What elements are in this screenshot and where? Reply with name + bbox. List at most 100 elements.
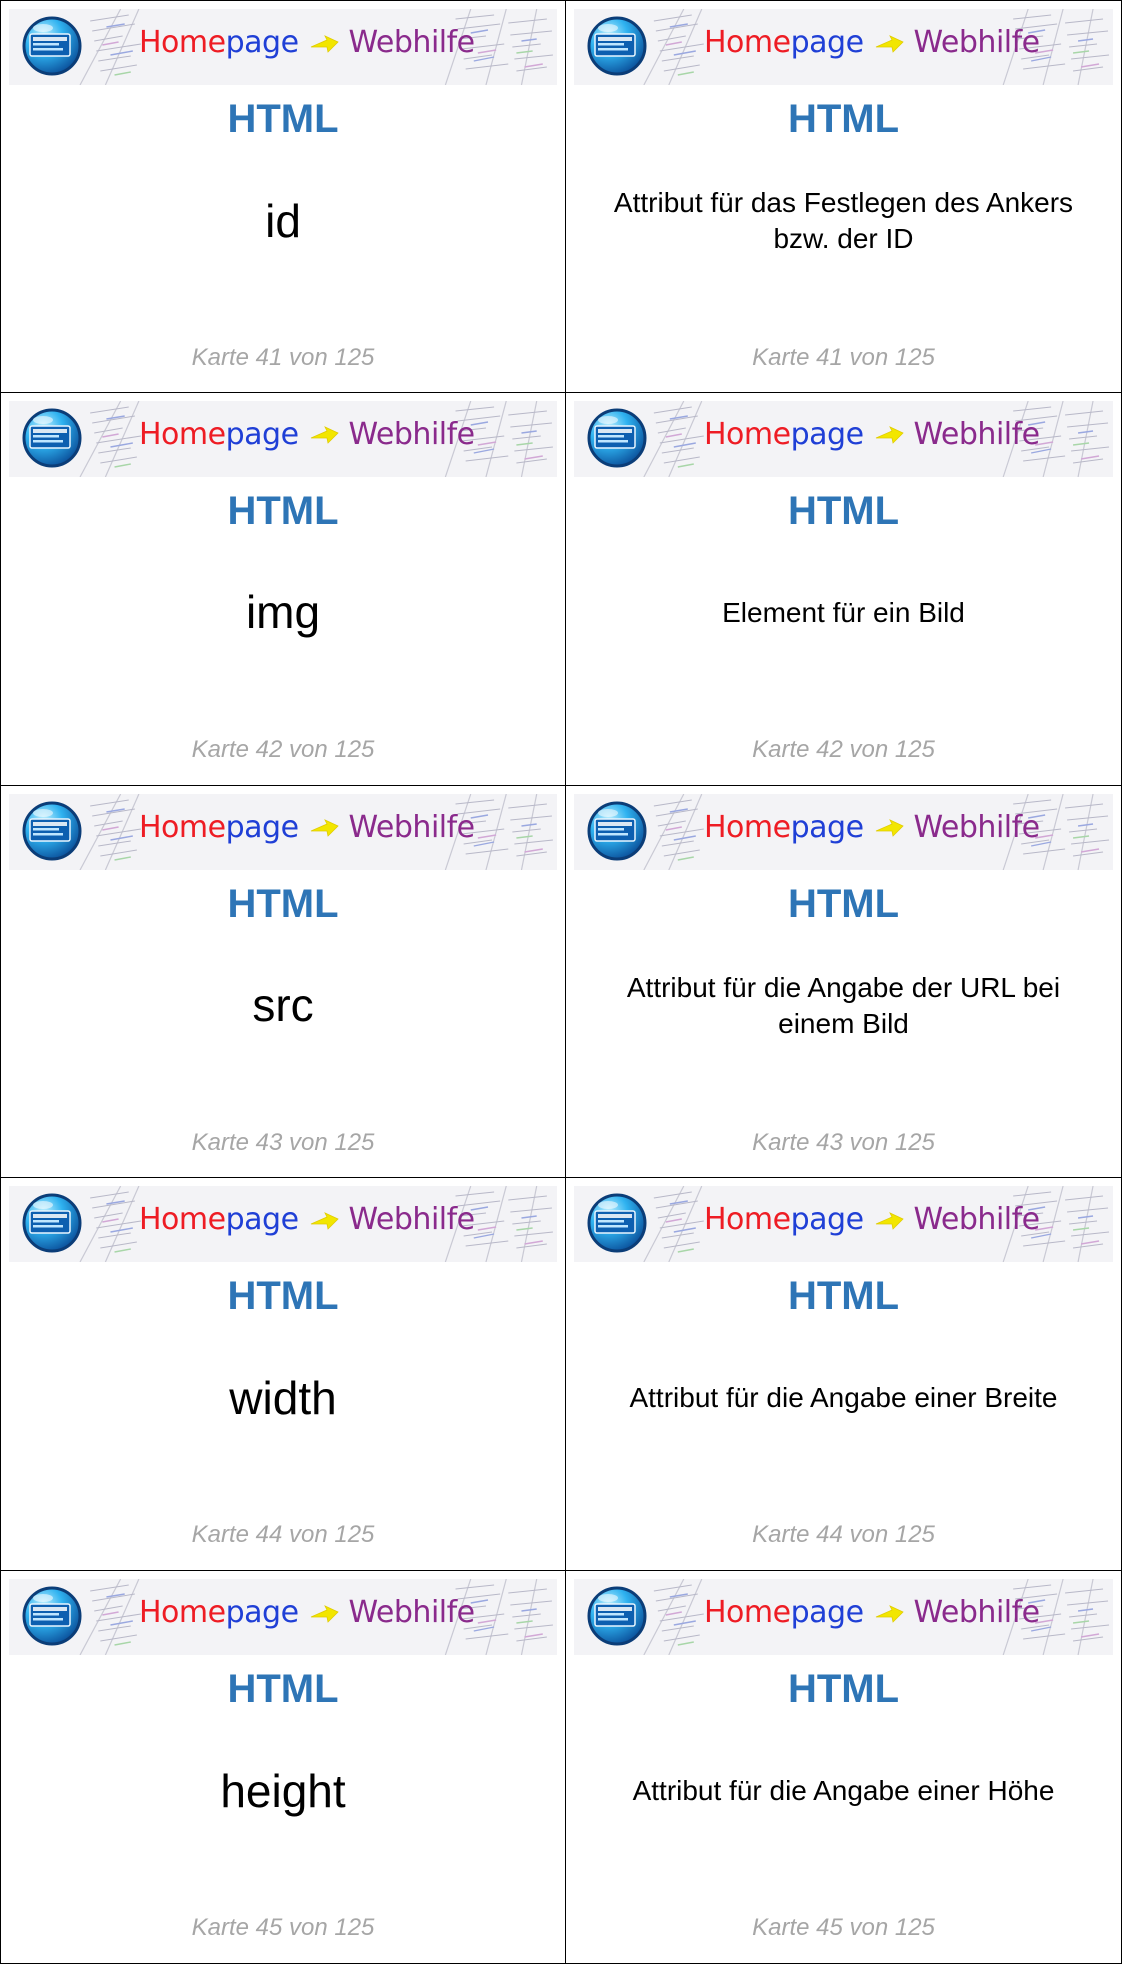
- yellow-arrow-icon: [310, 819, 339, 837]
- brand-page-text: page: [790, 1202, 864, 1238]
- card-subject: HTML: [227, 1274, 339, 1319]
- banner: Homepage Webhilfe: [574, 9, 1113, 85]
- card-term: img: [245, 586, 321, 639]
- brand-home-text: Home: [139, 1595, 226, 1631]
- brand-webhilfe-text: Webhilfe: [348, 1595, 476, 1631]
- globe-logo-icon: [22, 16, 82, 76]
- banner: Homepage Webhilfe: [574, 793, 1113, 870]
- brand-webhilfe-text: Webhilfe: [913, 416, 1041, 452]
- globe-logo-icon: [587, 801, 647, 861]
- brand-webhilfe-text: Webhilfe: [913, 1202, 1041, 1238]
- yellow-arrow-icon: [310, 34, 339, 53]
- card-counter: Karte 44 von 125: [191, 1521, 375, 1549]
- banner: Homepage Webhilfe: [9, 400, 557, 477]
- flashcard-front: Homepage Webhilfe HTML id Karte 41 von 125: [0, 0, 566, 393]
- card-subject: HTML: [227, 97, 339, 141]
- flashcard-sheet: Homepage Webhilfe HTML id Karte 41 von 125: [0, 0, 1122, 1964]
- flashcard-back: Homepage Webhilfe HTML Attribut für das Fe…: [566, 0, 1122, 393]
- banner: Homepage Webhilfe: [9, 793, 557, 870]
- brand-page-text: page: [790, 416, 864, 452]
- brand-webhilfe-text: Webhilfe: [348, 809, 476, 845]
- brand-home-text: Home: [139, 416, 226, 452]
- card-definition: Element für ein Bild: [722, 596, 965, 628]
- brand-webhilfe-text: Webhilfe: [348, 25, 476, 60]
- card-counter: Karte 42 von 125: [191, 735, 375, 763]
- card-counter: Karte 44 von 125: [752, 1521, 935, 1549]
- card-counter: Karte 45 von 125: [191, 1914, 375, 1942]
- brand-logo-text: Homepage Webhilfe: [704, 1202, 1040, 1238]
- banner: Homepage Webhilfe: [574, 1579, 1113, 1656]
- brand-page-text: page: [225, 25, 299, 60]
- card-subject: HTML: [227, 1667, 339, 1712]
- brand-page-text: page: [790, 1595, 864, 1631]
- brand-webhilfe-text: Webhilfe: [913, 25, 1041, 60]
- card-counter: Karte 43 von 125: [191, 1128, 375, 1156]
- card-subject: HTML: [227, 881, 339, 926]
- flashcard-front: Homepage Webhilfe HTML src Karte 43 von 125: [0, 785, 566, 1179]
- card-subject: HTML: [227, 488, 339, 533]
- brand-logo-text: Homepage Webhilfe: [704, 810, 1040, 846]
- brand-logo-text: Homepage Webhilfe: [139, 1595, 475, 1631]
- globe-logo-icon: [587, 1193, 647, 1253]
- brand-logo-text: Homepage Webhilfe: [139, 25, 475, 61]
- globe-logo-icon: [587, 408, 647, 468]
- brand-home-text: Home: [704, 809, 791, 845]
- yellow-arrow-icon: [310, 1604, 339, 1623]
- globe-logo-icon: [587, 16, 647, 76]
- brand-home-text: Home: [139, 25, 226, 60]
- card-definition: Attribut für die Angabe der URL bei eine…: [626, 971, 1061, 1039]
- banner: Homepage Webhilfe: [574, 400, 1113, 477]
- brand-home-text: Home: [139, 809, 226, 845]
- card-term: id: [265, 194, 301, 247]
- card-subject: HTML: [787, 97, 900, 141]
- card-subject: HTML: [787, 881, 900, 926]
- yellow-arrow-icon: [310, 426, 339, 445]
- card-term: width: [229, 1371, 337, 1424]
- card-term: height: [220, 1764, 346, 1817]
- brand-logo-text: Homepage Webhilfe: [139, 810, 475, 846]
- yellow-arrow-icon: [875, 426, 904, 445]
- yellow-arrow-icon: [875, 1212, 904, 1230]
- brand-logo-text: Homepage Webhilfe: [704, 1595, 1040, 1631]
- globe-logo-icon: [22, 408, 82, 468]
- brand-webhilfe-text: Webhilfe: [913, 1595, 1041, 1631]
- card-definition: Attribut für das Festlegen des Ankers bz…: [613, 187, 1074, 254]
- card-counter: Karte 45 von 125: [752, 1914, 935, 1942]
- card-definition: Attribut für die Angabe einer Breite: [629, 1382, 1058, 1414]
- brand-home-text: Home: [704, 1202, 791, 1238]
- flashcard-back: Homepage Webhilfe HTML Attribut für die An…: [566, 1571, 1122, 1964]
- brand-page-text: page: [790, 809, 864, 845]
- globe-logo-icon: [22, 1193, 82, 1253]
- card-subject: HTML: [787, 488, 900, 533]
- banner: Homepage Webhilfe: [9, 1579, 557, 1656]
- card-counter: Karte 41 von 125: [191, 344, 375, 371]
- banner: Homepage Webhilfe: [9, 1186, 557, 1263]
- card-term: src: [252, 979, 314, 1032]
- yellow-arrow-icon: [875, 1604, 904, 1623]
- flashcard-front: Homepage Webhilfe HTML img Karte 42 von 125: [0, 392, 566, 786]
- brand-logo-text: Homepage Webhilfe: [704, 25, 1040, 61]
- yellow-arrow-icon: [310, 1212, 339, 1230]
- card-subject: HTML: [787, 1667, 900, 1712]
- brand-home-text: Home: [704, 416, 791, 452]
- globe-logo-icon: [22, 801, 82, 861]
- flashcard-front: Homepage Webhilfe HTML width Karte 44 von 1…: [0, 1178, 566, 1572]
- card-definition: Attribut für die Angabe einer Höhe: [632, 1775, 1055, 1807]
- brand-home-text: Home: [704, 25, 791, 60]
- card-counter: Karte 43 von 125: [752, 1128, 935, 1156]
- brand-logo-text: Homepage Webhilfe: [139, 417, 475, 453]
- card-counter: Karte 41 von 125: [752, 344, 935, 371]
- brand-home-text: Home: [139, 1202, 226, 1238]
- yellow-arrow-icon: [875, 34, 904, 53]
- yellow-arrow-icon: [875, 819, 904, 837]
- banner: Homepage Webhilfe: [9, 9, 557, 85]
- brand-webhilfe-text: Webhilfe: [348, 1202, 476, 1238]
- card-counter: Karte 42 von 125: [752, 735, 935, 763]
- brand-page-text: page: [225, 1595, 299, 1631]
- brand-page-text: page: [790, 25, 864, 60]
- brand-page-text: page: [225, 1202, 299, 1238]
- brand-webhilfe-text: Webhilfe: [913, 809, 1041, 845]
- brand-page-text: page: [225, 416, 299, 452]
- brand-home-text: Home: [704, 1595, 791, 1631]
- flashcard-back: Homepage Webhilfe HTML Attribut für die An…: [566, 1178, 1122, 1572]
